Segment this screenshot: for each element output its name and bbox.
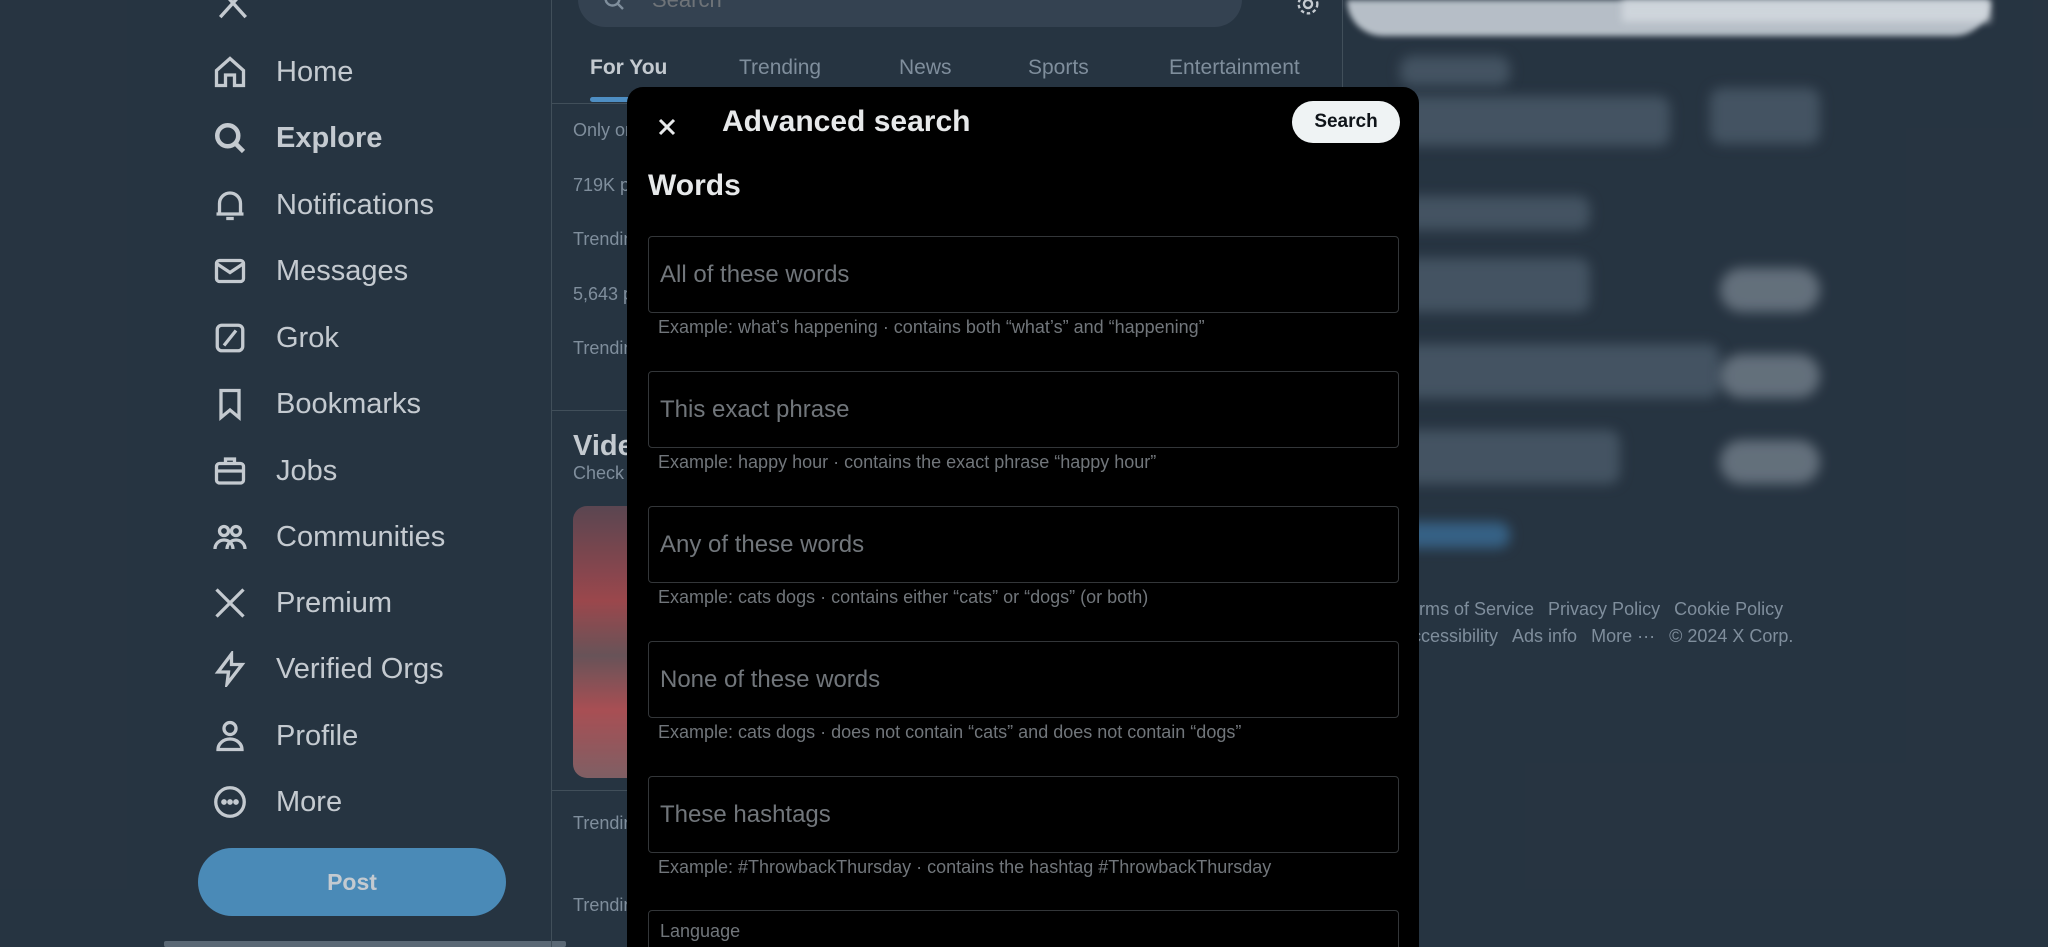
exact-phrase-input[interactable] (660, 395, 1398, 424)
advanced-search-dialog: Advanced search Search Words Example: wh… (627, 87, 1419, 947)
field-hint: Example: #ThrowbackThursday · contains t… (658, 857, 1272, 877)
close-icon (658, 118, 676, 136)
language-select[interactable]: Language (648, 910, 1399, 947)
any-words-field[interactable] (648, 506, 1399, 583)
section-heading: Words (648, 169, 741, 202)
hashtags-field[interactable] (648, 776, 1399, 853)
field-hint: Example: cats dogs · does not contain “c… (658, 722, 1242, 742)
field-hint: Example: cats dogs · contains either “ca… (658, 587, 1149, 607)
exact-phrase-field[interactable] (648, 371, 1399, 448)
dialog-title: Advanced search (722, 105, 971, 138)
field-hint: Example: what’s happening · contains bot… (658, 317, 1205, 337)
field-hint: Example: happy hour · contains the exact… (658, 452, 1157, 472)
hashtags-input[interactable] (660, 800, 1398, 829)
any-words-input[interactable] (660, 530, 1398, 559)
none-words-input[interactable] (660, 665, 1398, 694)
all-words-input[interactable] (660, 260, 1398, 289)
all-words-field[interactable] (648, 236, 1399, 313)
language-label: Language (660, 921, 741, 941)
close-button[interactable] (647, 107, 687, 147)
search-button[interactable]: Search (1292, 101, 1400, 143)
none-words-field[interactable] (648, 641, 1399, 718)
